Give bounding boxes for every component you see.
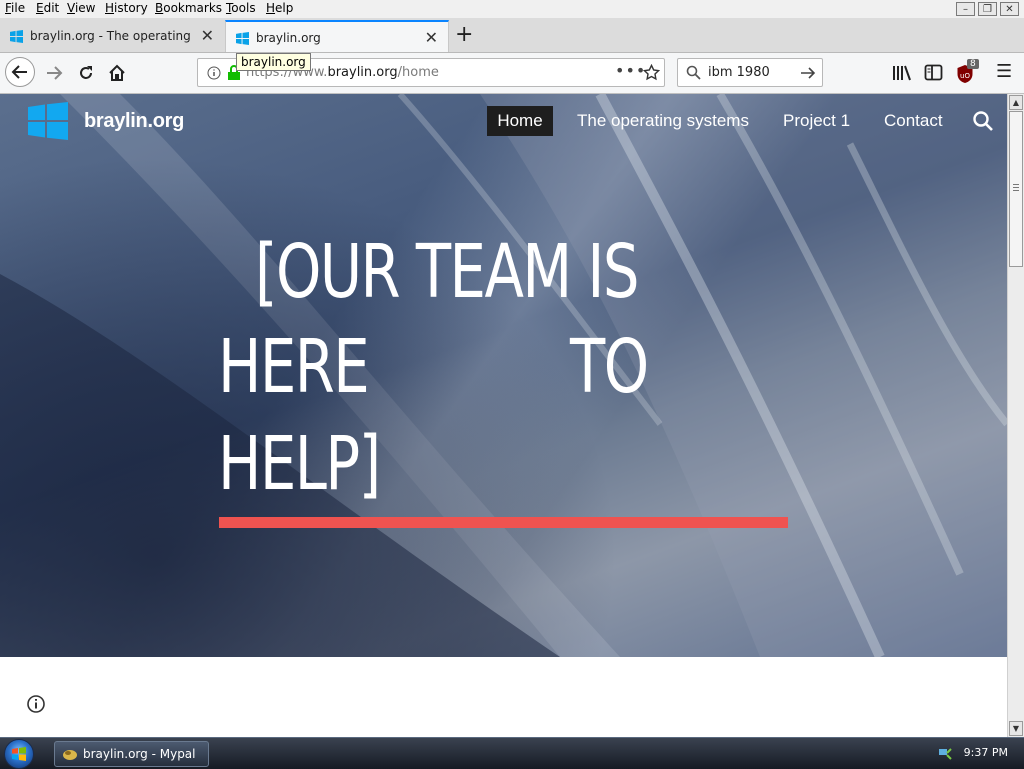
nav-home[interactable]: Home	[487, 106, 553, 136]
sidebar-icon[interactable]	[924, 64, 943, 81]
menu-edit[interactable]: Edit	[36, 1, 59, 15]
search-go-arrow-icon[interactable]	[800, 65, 816, 81]
nav-project-1[interactable]: Project 1	[783, 106, 850, 136]
ublock-badge: 8	[967, 59, 979, 69]
back-button[interactable]	[5, 57, 35, 87]
taskbar-item-label: braylin.org - Mypal	[83, 747, 196, 761]
forward-button[interactable]	[40, 59, 68, 87]
reload-button[interactable]	[72, 59, 100, 87]
page-actions-icon[interactable]: •••	[615, 61, 646, 80]
search-input[interactable]: ibm 1980	[708, 65, 770, 80]
site-name-link[interactable]: braylin.org	[84, 110, 184, 133]
hero-heading-line-2b: TO	[570, 324, 649, 410]
url-path: /home	[397, 65, 439, 80]
vertical-scrollbar[interactable]: ▲ ▼	[1007, 94, 1024, 737]
minimize-button[interactable]: –	[956, 2, 975, 16]
scroll-up-button[interactable]: ▲	[1009, 95, 1023, 110]
svg-text:uO: uO	[960, 72, 970, 80]
menu-history[interactable]: History	[105, 1, 148, 15]
windows-logo-icon[interactable]	[28, 102, 68, 140]
info-icon[interactable]	[26, 694, 46, 714]
new-tab-button[interactable]: +	[455, 22, 473, 47]
hero-section: braylin.org Home The operating systems P…	[0, 94, 1007, 657]
hero-heading-line-2a: HERE	[218, 324, 370, 410]
hero-accent-underline	[219, 517, 788, 528]
close-tab-icon[interactable]: ✕	[201, 26, 214, 45]
tab-strip: braylin.org - The operating syst ✕ brayl…	[0, 18, 1024, 53]
menu-view[interactable]: View	[67, 1, 95, 15]
tab-title: braylin.org	[256, 31, 321, 45]
menu-bar: File Edit View History Bookmarks Tools H…	[0, 0, 1024, 18]
menu-bookmarks[interactable]: Bookmarks	[155, 1, 222, 15]
search-icon	[686, 65, 701, 80]
navigation-bar: https://www.braylin.org/home ••• ibm 198…	[0, 53, 1024, 94]
back-arrow-icon	[11, 65, 27, 79]
menu-file[interactable]: File	[5, 1, 25, 15]
search-bar[interactable]: ibm 1980	[677, 58, 823, 87]
home-icon	[109, 64, 125, 81]
taskbar-clock[interactable]: 9:37 PM	[964, 746, 1008, 759]
ublock-origin-button[interactable]: uO 8	[956, 59, 979, 84]
site-search-icon[interactable]	[972, 110, 994, 132]
taskbar: braylin.org - Mypal 9:37 PM	[0, 737, 1024, 769]
page-content: braylin.org Home The operating systems P…	[0, 94, 1007, 737]
home-button[interactable]	[103, 59, 131, 87]
mypal-app-icon	[63, 750, 77, 760]
scroll-thumb[interactable]	[1009, 111, 1023, 267]
forward-arrow-icon	[47, 66, 63, 80]
tab-braylin-home[interactable]: braylin.org ✕	[225, 20, 449, 52]
scroll-down-button[interactable]: ▼	[1009, 721, 1023, 736]
close-tab-icon[interactable]: ✕	[425, 28, 438, 47]
hero-heading-line-3: HELP]	[218, 421, 381, 507]
hamburger-menu-icon[interactable]: ☰	[996, 61, 1012, 82]
start-button[interactable]	[4, 739, 34, 769]
network-tray-icon[interactable]	[938, 746, 952, 760]
info-circle-icon[interactable]	[207, 66, 221, 80]
close-window-button[interactable]: ✕	[1000, 2, 1019, 16]
url-tooltip: braylin.org	[236, 53, 311, 71]
tab-operating-systems[interactable]: braylin.org - The operating syst ✕	[0, 20, 224, 52]
reload-icon	[80, 66, 92, 79]
nav-contact[interactable]: Contact	[884, 106, 943, 136]
windows-start-icon	[12, 747, 26, 761]
url-domain: braylin.org	[327, 65, 398, 80]
tab-title: braylin.org - The operating syst	[30, 29, 195, 43]
restore-button[interactable]: ❐	[978, 2, 997, 16]
nav-operating-systems[interactable]: The operating systems	[577, 106, 749, 136]
bookmark-star-icon[interactable]	[643, 64, 660, 81]
menu-tools[interactable]: Tools	[226, 1, 256, 15]
library-icon[interactable]	[892, 64, 912, 82]
taskbar-item-mypal[interactable]: braylin.org - Mypal	[54, 741, 209, 767]
windows-favicon-icon	[10, 30, 23, 43]
menu-help[interactable]: Help	[266, 1, 293, 15]
windows-favicon-icon	[236, 32, 249, 45]
hero-heading-line-1: [OUR TEAM IS	[255, 229, 640, 315]
